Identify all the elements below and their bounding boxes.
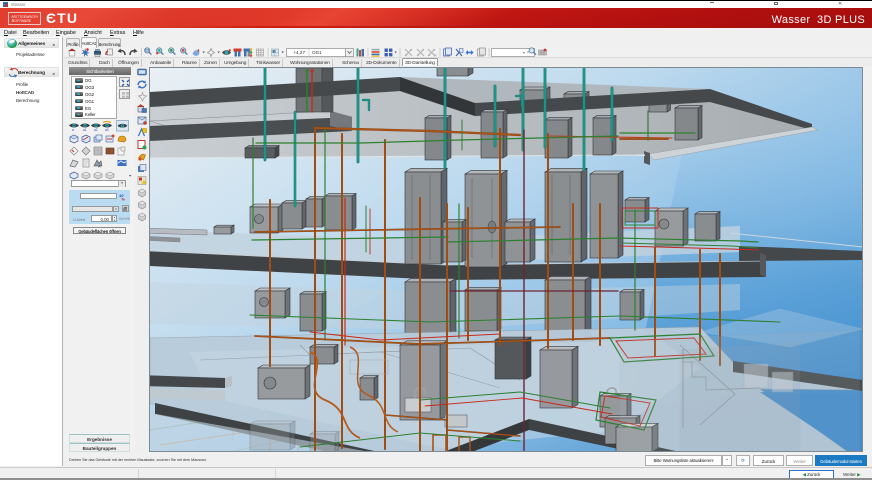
svg-text:a2: a2 (94, 128, 98, 132)
svg-text:A: A (98, 164, 101, 169)
svg-text:+4,27: +4,27 (293, 50, 305, 55)
svg-text:•: • (523, 51, 525, 57)
svg-text:a1: a1 (83, 128, 87, 132)
svg-text:%: % (121, 196, 125, 200)
svg-text:OG1: OG1 (312, 50, 322, 55)
svg-text:a: a (72, 128, 74, 132)
svg-text:a3: a3 (105, 128, 109, 132)
